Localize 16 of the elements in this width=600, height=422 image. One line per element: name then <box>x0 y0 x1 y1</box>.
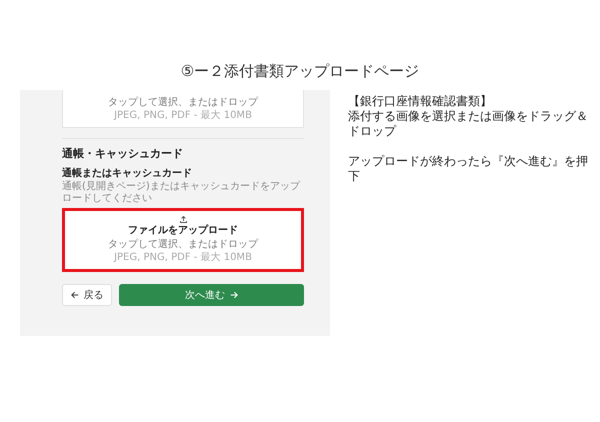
file-formats: JPEG, PNG, PDF - 最大 10MB <box>114 251 252 264</box>
field-label: 通帳またはキャッシュカード <box>62 167 193 180</box>
upload-hint: タップして選択、またはドロップ <box>108 238 258 251</box>
upload-area[interactable]: タップして選択、またはドロップ JPEG, PNG, PDF - 最大 10MB <box>62 90 304 128</box>
notes-heading: 【銀行口座情報確認書類】 <box>348 94 493 109</box>
notes-text: 添付する画像を選択または画像をドラッグ＆ドロップ <box>348 109 589 139</box>
back-button[interactable]: 戻る <box>62 284 112 306</box>
next-button[interactable]: 次へ進む <box>119 284 304 306</box>
upload-area[interactable]: ファイルをアップロード タップして選択、またはドロップ JPEG, PNG, PDF - 最大 10MB <box>62 208 304 272</box>
section-title: 通帳・キャッシュカード <box>62 147 184 161</box>
file-formats: JPEG, PNG, PDF - 最大 10MB <box>112 109 253 122</box>
upload-title: ファイルをアップロード <box>128 224 238 238</box>
slide-title: ⑤ー２添付書類アップロードページ <box>180 62 420 82</box>
notes-text: アップロードが終わったら『次へ進む』を押下 <box>348 154 589 184</box>
upload-hint: タップして選択、またはドロップ <box>107 96 260 109</box>
field-help: 通帳(見開きページ)またはキャッシュカードをアップロードしてください <box>62 181 302 205</box>
